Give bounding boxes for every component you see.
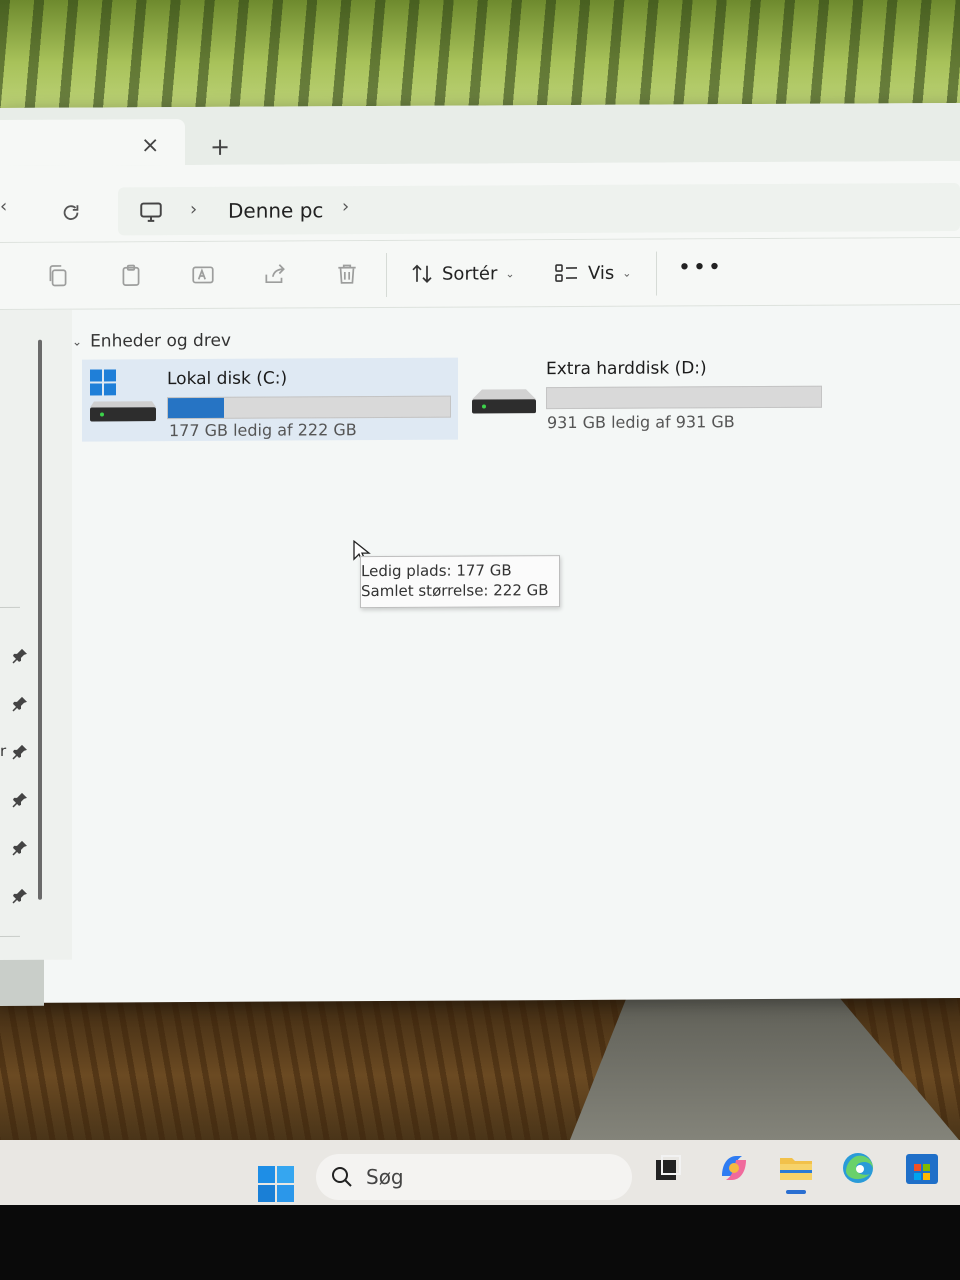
breadcrumb-separator[interactable]: › xyxy=(190,199,197,220)
drive-d-name: Extra harddisk (D:) xyxy=(546,358,707,380)
microsoft-store-icon[interactable] xyxy=(902,1148,942,1188)
drive-c-usage-fill xyxy=(168,397,225,419)
hard-drive-icon xyxy=(90,401,156,422)
drive-d-usage-bar xyxy=(546,385,822,410)
windows-start-icon[interactable] xyxy=(258,1166,294,1202)
drive-c[interactable]: Lokal disk (C:) 177 GB ledig af 222 GB xyxy=(82,357,458,442)
trash-icon[interactable] xyxy=(334,261,360,287)
main-content: ⌄ Enheder og drev Lokal disk (C:) 177 GB… xyxy=(72,305,960,960)
command-bar: Sortér ⌄ Vis ⌄ ••• xyxy=(0,237,960,310)
sort-icon xyxy=(412,264,432,283)
address-bar[interactable]: › Denne pc › xyxy=(118,182,960,236)
chevron-down-icon: ⌄ xyxy=(505,266,515,280)
pin-icon[interactable] xyxy=(12,792,28,808)
file-explorer-window: × + ‹ › Denne pc › Sortér ⌄ Vis ⌄ ••• r … xyxy=(0,102,960,1006)
close-icon[interactable]: × xyxy=(141,133,159,158)
sort-button[interactable]: Sortér ⌄ xyxy=(410,258,515,289)
copy-icon[interactable] xyxy=(45,263,71,289)
view-label: Vis xyxy=(588,262,615,284)
tooltip-total-size: Samlet størrelse: 222 GB xyxy=(361,581,549,601)
sort-label: Sortér xyxy=(442,262,498,285)
tooltip-free-space: Ledig plads: 177 GB xyxy=(361,561,512,581)
taskbar-search-box[interactable]: Søg xyxy=(316,1154,632,1200)
taskbar: Søg xyxy=(0,1140,960,1208)
drive-c-size: 177 GB ledig af 222 GB xyxy=(169,420,357,441)
pin-icon[interactable] xyxy=(12,648,28,664)
toolbar-divider xyxy=(386,252,387,297)
drive-d[interactable]: Extra harddisk (D:) 931 GB ledig af 931 … xyxy=(468,348,828,432)
drive-c-name: Lokal disk (C:) xyxy=(167,368,288,390)
computer-icon xyxy=(140,202,162,222)
tab-bar: × + xyxy=(0,102,960,166)
pin-icon[interactable] xyxy=(12,696,28,712)
paste-icon[interactable] xyxy=(118,262,144,288)
rename-icon[interactable] xyxy=(190,262,216,288)
group-header-devices[interactable]: ⌄ Enheder og drev xyxy=(72,331,231,352)
group-header-label: Enheder og drev xyxy=(90,330,231,352)
divider xyxy=(0,935,20,937)
search-icon xyxy=(332,1167,352,1187)
hard-drive-icon xyxy=(472,389,536,414)
breadcrumb-denne-pc[interactable]: Denne pc xyxy=(228,198,323,222)
task-view-icon[interactable] xyxy=(648,1148,688,1188)
toolbar-divider xyxy=(656,251,657,296)
more-options-button[interactable]: ••• xyxy=(678,255,723,280)
refresh-icon[interactable] xyxy=(60,202,82,224)
sidebar-scrollbar[interactable] xyxy=(38,339,42,900)
sidebar-item-label-partial: r xyxy=(0,741,7,760)
pin-icon[interactable] xyxy=(12,888,28,904)
navigation-pane: r xyxy=(0,309,72,1006)
file-explorer-icon[interactable] xyxy=(776,1148,816,1188)
drive-d-size: 931 GB ledig af 931 GB xyxy=(547,412,735,433)
pin-icon[interactable] xyxy=(12,744,28,760)
breadcrumb-separator-expand[interactable]: › xyxy=(342,196,349,217)
navigation-row: ‹ › Denne pc › xyxy=(0,160,960,243)
view-icon xyxy=(555,264,577,282)
sidebar-item-selected[interactable] xyxy=(0,959,44,1006)
monitor-bezel xyxy=(0,1205,960,1280)
back-icon[interactable]: ‹ xyxy=(0,196,7,217)
windows-logo-icon xyxy=(90,369,116,396)
divider xyxy=(0,606,20,608)
copilot-icon[interactable] xyxy=(714,1148,754,1188)
search-placeholder: Søg xyxy=(366,1165,404,1189)
active-app-indicator xyxy=(786,1190,806,1194)
drive-c-usage-bar xyxy=(167,395,451,420)
edge-browser-icon[interactable] xyxy=(838,1148,878,1188)
pin-icon[interactable] xyxy=(12,840,28,856)
chevron-down-icon: ⌄ xyxy=(72,334,83,349)
view-button[interactable]: Vis ⌄ xyxy=(554,258,632,288)
drive-tooltip: Ledig plads: 177 GB Samlet størrelse: 22… xyxy=(360,555,560,609)
plus-icon[interactable]: + xyxy=(210,133,230,161)
chevron-down-icon: ⌄ xyxy=(622,266,632,280)
share-icon[interactable] xyxy=(262,261,288,287)
